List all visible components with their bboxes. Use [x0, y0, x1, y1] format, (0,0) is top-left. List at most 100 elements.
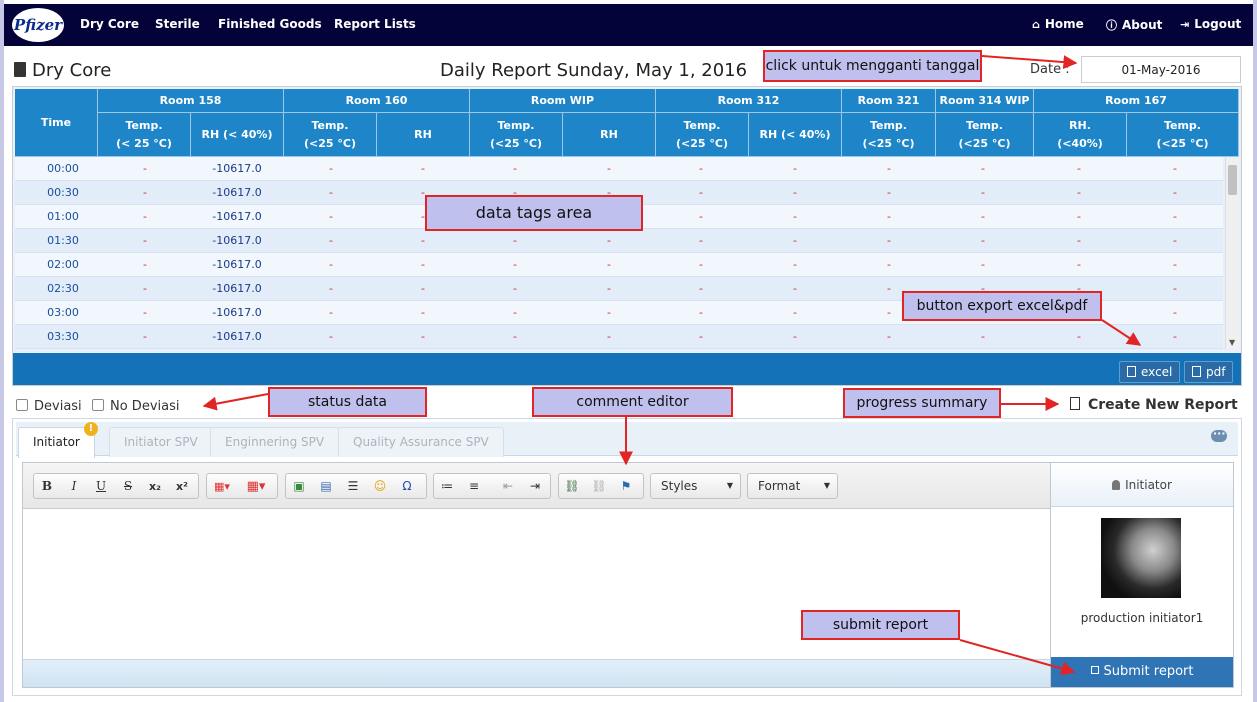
annotation-submit: submit report [801, 610, 960, 640]
scrollbar-thumb[interactable] [1228, 165, 1237, 195]
data-cell: - [887, 258, 891, 271]
italic-button[interactable]: I [63, 477, 85, 496]
data-cell: - [699, 210, 703, 223]
submit-report-button[interactable]: Submit report [1051, 657, 1233, 687]
data-cell: - [421, 306, 425, 319]
table-row: 00:00 - -10617.0 - - - - - - - - - - [15, 157, 1223, 181]
page-title: Dry Core [14, 60, 111, 81]
format-dropdown[interactable]: Format ▼ [747, 473, 838, 499]
table-icon[interactable]: ▦▾ [245, 477, 267, 496]
nav-logout[interactable]: ⇥ Logout [1180, 17, 1241, 31]
nav-sterile[interactable]: Sterile [155, 17, 200, 31]
data-cell: - [143, 186, 147, 199]
nav-about[interactable]: ⓘ About [1106, 17, 1162, 33]
image-icon[interactable]: ▣ [288, 477, 310, 496]
tab-quality-assurance-spv[interactable]: Quality Assurance SPV [338, 427, 504, 457]
time-cell: 02:30 [47, 282, 79, 295]
indent-icon[interactable]: ⇥ [524, 477, 546, 496]
data-cell: - [793, 186, 797, 199]
export-pdf-button[interactable]: pdf [1184, 361, 1234, 383]
strikethrough-button[interactable]: S [117, 477, 139, 496]
data-cell: - [143, 258, 147, 271]
data-cell: - [981, 330, 985, 343]
export-excel-button[interactable]: excel [1119, 361, 1181, 383]
data-cell: - [607, 306, 611, 319]
rh-value-cell: -10617.0 [212, 234, 262, 247]
deviasi-checkbox[interactable]: Deviasi [16, 399, 82, 414]
data-cell: - [143, 210, 147, 223]
chevron-down-icon: ▼ [726, 481, 733, 490]
warning-badge-icon: ! [83, 422, 98, 436]
tab-initiator[interactable]: Initiator! [18, 422, 98, 458]
file-icon [1070, 397, 1080, 410]
data-cell: - [143, 234, 147, 247]
no-deviasi-checkbox[interactable]: No Deviasi [92, 399, 179, 414]
data-cell: - [699, 234, 703, 247]
bold-button[interactable]: B [36, 477, 58, 496]
data-cell: - [329, 282, 333, 295]
superscript-button[interactable]: x² [171, 477, 193, 496]
tab-initiator-spv[interactable]: Initiator SPV [109, 427, 213, 457]
data-cell: - [329, 330, 333, 343]
data-cell: - [793, 330, 797, 343]
table-footer: excel pdf [13, 353, 1241, 385]
special-char-icon[interactable]: Ω [396, 477, 418, 496]
comments-icon[interactable] [1211, 427, 1227, 442]
data-cell: - [421, 162, 425, 175]
numbered-list-icon[interactable]: ≔ [436, 477, 458, 496]
smiley-icon[interactable]: ☺ [369, 477, 391, 496]
unlink-icon[interactable]: ⛓ [588, 477, 610, 496]
checkbox-box[interactable] [16, 399, 28, 411]
grid-icon[interactable]: ▤ [315, 477, 337, 496]
date-label: Date : [1030, 62, 1070, 77]
data-cell: - [421, 330, 425, 343]
pfizer-logo[interactable]: Pfizer [12, 8, 64, 42]
horizontal-line-icon[interactable]: ☰ [342, 477, 364, 496]
nav-finished-goods[interactable]: Finished Goods [218, 17, 322, 31]
checkbox-box[interactable] [92, 399, 104, 411]
header-sub: Temp. (<25 °C) [284, 113, 377, 157]
document-icon [14, 62, 26, 77]
data-cell: - [607, 234, 611, 247]
table-header: Time Room 158 Room 160 Room WIP Room 312… [15, 89, 1239, 157]
data-cell: - [1173, 306, 1177, 319]
header-sub: Temp. (<25 °C) [842, 113, 936, 157]
date-picker-input[interactable]: 01-May-2016 [1081, 56, 1241, 83]
nav-dry-core[interactable]: Dry Core [80, 17, 139, 31]
scroll-down-arrow[interactable]: ▼ [1229, 338, 1235, 347]
info-icon: ⓘ [1106, 19, 1117, 32]
bulleted-list-icon[interactable]: ≡ [463, 477, 485, 496]
data-cell: - [607, 258, 611, 271]
list-group: ≔ ≡ ⇤ ⇥ [433, 473, 551, 499]
table-row: 01:30 - -10617.0 - - - - - - - - - - [15, 229, 1223, 253]
data-cell: - [793, 210, 797, 223]
underline-button[interactable]: U [90, 477, 112, 496]
chevron-down-icon: ▼ [823, 481, 830, 490]
data-cell: - [1077, 258, 1081, 271]
data-cell: - [699, 186, 703, 199]
header-sub: RH [563, 113, 656, 157]
text-color-icon[interactable]: ▦▾ [211, 477, 233, 496]
pdf-file-icon [1192, 366, 1201, 377]
rh-value-cell: -10617.0 [212, 306, 262, 319]
header-room: Room 160 [284, 89, 470, 113]
data-table: Time Room 158 Room 160 Room WIP Room 312… [12, 86, 1242, 386]
subscript-button[interactable]: x₂ [144, 477, 166, 496]
logout-icon: ⇥ [1180, 18, 1190, 31]
time-cell: 02:00 [47, 258, 79, 271]
data-cell: - [793, 234, 797, 247]
table-scrollbar[interactable]: ▼ [1225, 157, 1239, 349]
link-icon[interactable]: ⛓ [561, 477, 583, 496]
data-cell: - [1077, 234, 1081, 247]
nav-report-lists[interactable]: Report Lists [334, 17, 416, 31]
data-cell: - [607, 162, 611, 175]
anchor-flag-icon[interactable]: ⚑ [615, 477, 637, 496]
outdent-icon[interactable]: ⇤ [497, 477, 519, 496]
nav-home[interactable]: ⌂ Home [1032, 17, 1084, 31]
styles-dropdown[interactable]: Styles ▼ [650, 473, 741, 499]
create-new-report-link[interactable]: Create New Report [1070, 397, 1238, 413]
time-cell: 01:30 [47, 234, 79, 247]
data-cell: - [607, 330, 611, 343]
tab-engineering-spv[interactable]: Enginnering SPV [210, 427, 340, 457]
table-row: 02:00 - -10617.0 - - - - - - - - - - [15, 253, 1223, 277]
